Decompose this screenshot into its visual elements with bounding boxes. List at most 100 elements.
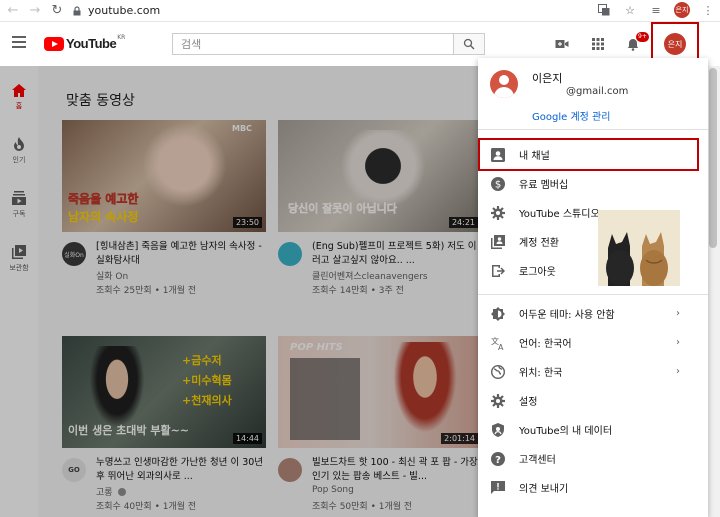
browser-menu-icon[interactable]: ⋮	[700, 2, 716, 18]
channel-avatar[interactable]: 실화On	[62, 242, 86, 266]
chevron-right-icon: ›	[676, 366, 680, 377]
video-thumbnail[interactable]: +금수저 +미수혁몸 +천재의사 이번 생은 초대박 부활~~ 14:44	[62, 336, 266, 448]
menu-item-label: 고객센터	[519, 455, 556, 466]
shield-icon	[490, 422, 506, 438]
channel-name[interactable]: Pop Song	[312, 485, 354, 495]
menu-item-language[interactable]: 文A 언어: 한국어 ›	[478, 328, 708, 357]
scrollbar-thumb[interactable]	[709, 68, 717, 248]
switch-account-icon	[490, 234, 506, 250]
forward-icon[interactable]: →	[26, 2, 44, 20]
back-icon[interactable]: ←	[4, 2, 22, 20]
apps-grid-icon[interactable]	[590, 36, 606, 52]
guide-label: 인기	[12, 156, 26, 164]
video-card[interactable]: MBC 죽음을 예고한 남자의 속사정 23:50 실화On [힝내삼촌] 죽음…	[62, 120, 266, 296]
youtube-logo[interactable]: YouTube KR	[44, 34, 126, 51]
thumb-caption: +금수저	[182, 354, 222, 367]
mini-guide: 홈 인기 구독 보관함	[0, 66, 38, 517]
browser-profile-avatar[interactable]: 은지	[674, 2, 690, 18]
address-bar[interactable]: youtube.com	[72, 4, 160, 17]
library-icon	[11, 244, 27, 260]
menu-item-label: 어두운 테마: 사용 안함	[519, 310, 615, 321]
guide-label: 구독	[12, 210, 26, 218]
menu-item-label: 계정 전환	[519, 238, 559, 249]
menu-item-dark-theme[interactable]: 어두운 테마: 사용 안함 ›	[478, 299, 708, 328]
feedback-icon	[490, 480, 506, 496]
media-control-icon[interactable]: ≡	[648, 2, 664, 18]
channel-name[interactable]: 클린어벤져스cleanavengers	[312, 269, 428, 282]
browser-toolbar: ← → ↻ youtube.com ☆ ≡ 은지 ⋮	[0, 0, 720, 22]
menu-item-label: 의견 보내기	[519, 484, 569, 495]
thumb-caption: +천재의사	[182, 394, 232, 407]
video-title[interactable]: 빌보드차트 핫 100 - 최신 곽 포 팝 - 가장 인기 있는 팝송 베스트…	[312, 456, 480, 484]
create-video-icon[interactable]	[554, 36, 570, 52]
video-title[interactable]: (Eng Sub)펠프미 프로젝트 5화) 저도 이러고 살고싶지 않아요.. …	[312, 240, 480, 268]
menu-item-label: 로그아웃	[519, 267, 556, 278]
video-card[interactable]: +금수저 +미수혁몸 +천재의사 이번 생은 초대박 부활~~ 14:44 GO…	[62, 336, 266, 512]
star-icon[interactable]: ☆	[622, 2, 638, 18]
lock-icon	[73, 5, 81, 15]
scrollbar[interactable]	[706, 66, 720, 517]
video-meta: 조회수 50만회 • 1개월 전	[312, 502, 413, 512]
channel-name[interactable]: 실화 On	[96, 269, 128, 282]
video-meta: 조회수 14만회 • 3주 전	[312, 286, 404, 296]
translate-page-icon[interactable]	[596, 2, 612, 18]
video-card[interactable]: 당신이 잘못이 아닙니다 24:21 (Eng Sub)펠프미 프로젝트 5화)…	[278, 120, 488, 296]
search-input[interactable]: 검색	[172, 33, 454, 55]
menu-item-paid-memberships[interactable]: $ 유료 멤버십	[478, 169, 708, 198]
video-duration: 23:50	[232, 217, 262, 228]
video-duration: 24:21	[448, 217, 478, 228]
account-name: 이은지	[532, 72, 563, 85]
svg-text:A: A	[498, 343, 504, 350]
video-title[interactable]: [힝내삼촌] 죽음을 예고한 남자의 속사정 - 실화탐사대	[96, 240, 264, 268]
menu-item-your-data[interactable]: YouTube의 내 데이터	[478, 415, 708, 444]
chevron-right-icon: ›	[676, 337, 680, 348]
channel-name[interactable]: 고롱	[96, 485, 127, 498]
dark-theme-icon	[490, 306, 506, 322]
video-meta: 조회수 40만회 • 1개월 전	[96, 502, 197, 512]
home-icon	[11, 82, 27, 98]
menu-item-label: YouTube 스튜디오	[519, 209, 600, 220]
gear-icon	[490, 205, 506, 221]
channel-avatar[interactable]: GO	[62, 458, 86, 482]
menu-item-label: 언어: 한국어	[519, 339, 572, 350]
guide-label: 홈	[15, 102, 23, 110]
menu-item-feedback[interactable]: 의견 보내기	[478, 473, 708, 502]
thumb-caption: POP HITS	[290, 342, 343, 353]
thumb-caption: +미수혁몸	[182, 374, 232, 387]
guide-item-subscriptions[interactable]: 구독	[0, 190, 38, 219]
guide-item-trending[interactable]: 인기	[0, 136, 38, 165]
account-avatar	[490, 70, 518, 98]
search-button[interactable]	[453, 33, 485, 55]
manage-google-account-link[interactable]: Google 계정 관리	[532, 108, 610, 123]
reload-icon[interactable]: ↻	[48, 2, 66, 20]
chevron-right-icon: ›	[676, 308, 680, 319]
video-thumbnail[interactable]: MBC 죽음을 예고한 남자의 속사정 23:50	[62, 120, 266, 232]
help-icon: ?	[490, 451, 506, 467]
account-email: @gmail.com	[566, 86, 629, 97]
cats-photo	[598, 210, 680, 286]
thumb-tag: MBC	[232, 124, 252, 133]
video-duration: 2:01:14	[441, 433, 478, 444]
video-title[interactable]: 누명쓰고 인생마감한 가난한 청년 이 30년 후 뛰어난 외과의사로 ...	[96, 456, 264, 484]
logo-region: KR	[117, 34, 126, 41]
channel-avatar[interactable]	[278, 242, 302, 266]
menu-icon[interactable]	[12, 36, 26, 48]
channel-avatar[interactable]	[278, 458, 302, 482]
play-logo-icon	[44, 36, 64, 51]
menu-item-help[interactable]: ? 고객센터	[478, 444, 708, 473]
guide-item-library[interactable]: 보관함	[0, 244, 38, 273]
menu-item-label: 유료 멤버십	[519, 180, 569, 191]
guide-label: 보관함	[9, 264, 29, 272]
menu-item-location[interactable]: 위치: 한국 ›	[478, 357, 708, 386]
svg-text:$: $	[495, 179, 501, 190]
video-thumbnail[interactable]: 당신이 잘못이 아닙니다 24:21	[278, 120, 482, 232]
video-card[interactable]: POP HITS 2:01:14 빌보드차트 핫 100 - 최신 곽 포 팝 …	[278, 336, 482, 512]
video-duration: 14:44	[232, 433, 262, 444]
video-thumbnail[interactable]: POP HITS 2:01:14	[278, 336, 482, 448]
guide-item-home[interactable]: 홈	[0, 82, 38, 111]
video-meta: 조회수 25만회 • 1개월 전	[96, 286, 197, 296]
url-text: youtube.com	[88, 4, 161, 17]
menu-item-label: YouTube의 내 데이터	[519, 426, 613, 437]
menu-item-settings[interactable]: 설정	[478, 386, 708, 415]
translate-icon: 文A	[490, 335, 506, 351]
